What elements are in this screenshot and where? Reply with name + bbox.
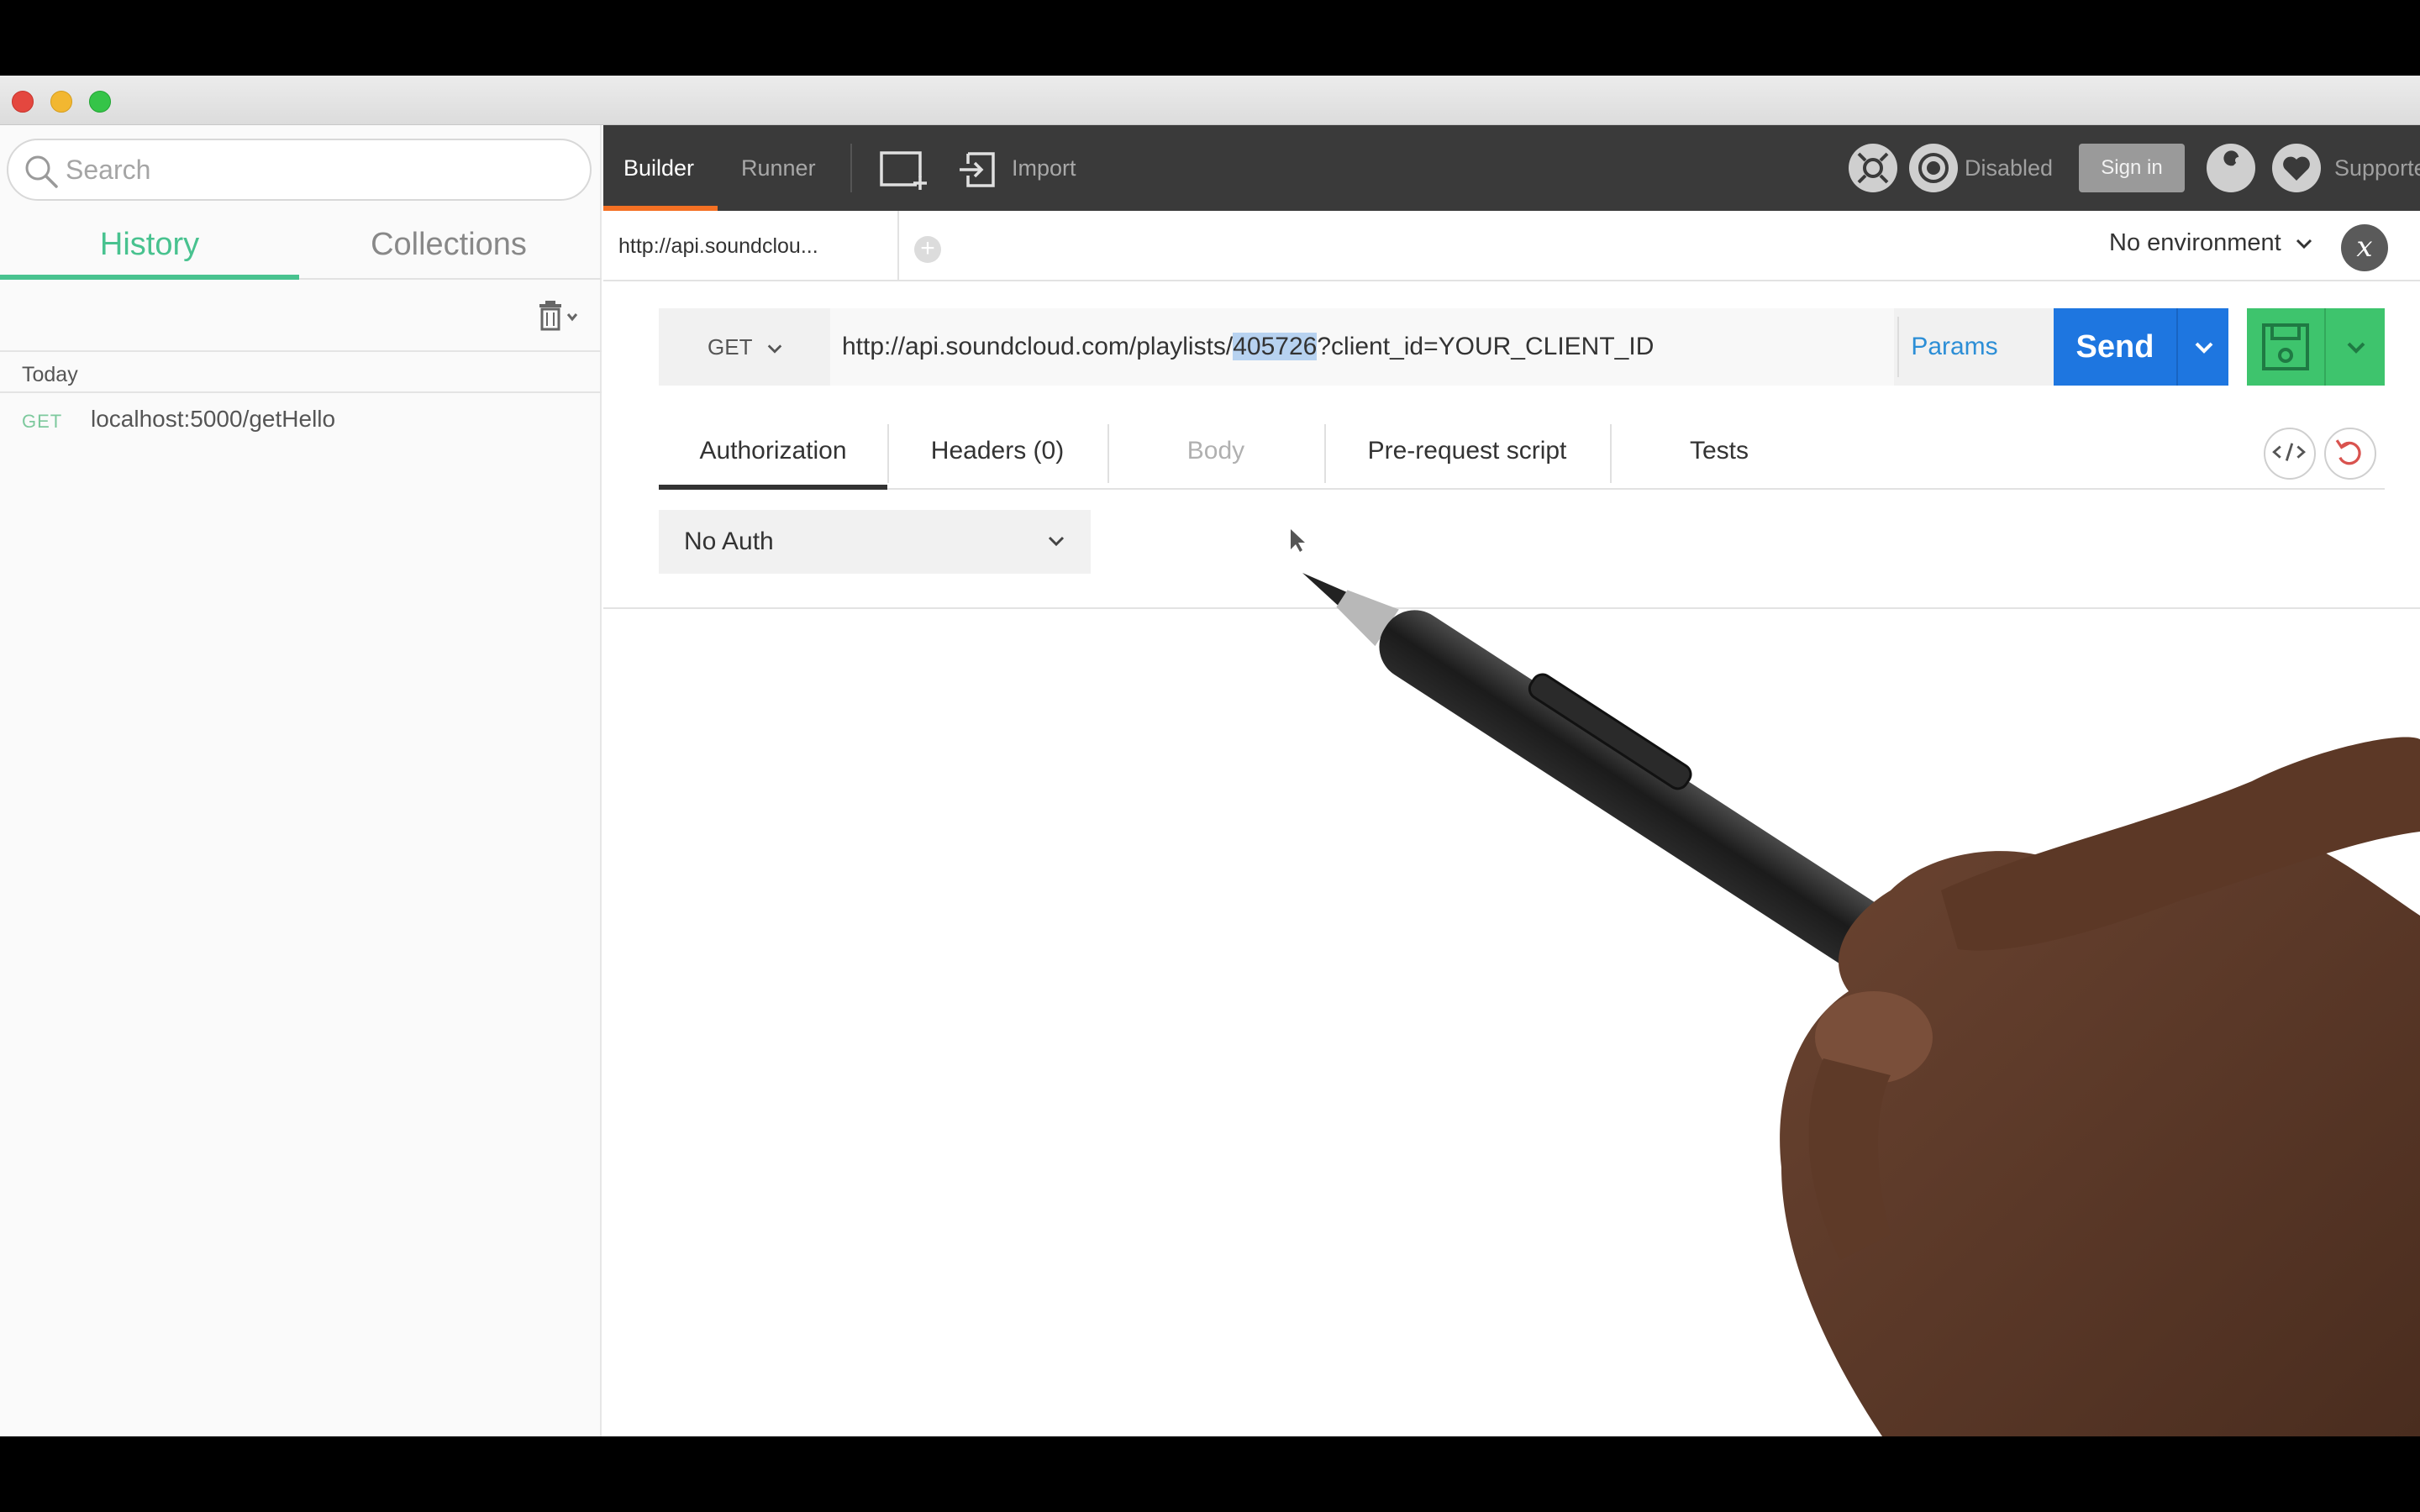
tab-body[interactable]: Body [1107, 412, 1324, 490]
chevron-down-icon [2347, 342, 2365, 354]
new-tab-icon[interactable] [879, 149, 929, 191]
url-selected-text: 405726 [1233, 333, 1318, 360]
chevron-down-icon [2195, 342, 2213, 354]
letterbox-top [0, 0, 2420, 76]
history-item-url: localhost:5000/getHello [91, 406, 336, 432]
add-tab-icon[interactable]: + [914, 236, 941, 263]
environment-label: No environment [2109, 229, 2281, 256]
divider [603, 607, 2420, 609]
save-button[interactable] [2247, 308, 2324, 386]
supporters-link[interactable]: Supporters [2334, 125, 2420, 211]
send-button[interactable]: Send [2054, 308, 2176, 386]
tab-headers[interactable]: Headers (0) [887, 412, 1107, 490]
interceptor-status: Disabled [1965, 155, 2054, 181]
divider [0, 391, 602, 393]
main-panel: Builder Runner Import Disabled Sign in S… [603, 125, 2420, 1436]
app-window: History Collections Today GET localhost:… [0, 76, 2420, 1436]
method-select[interactable]: GET [659, 308, 827, 386]
reset-icon [2335, 439, 2361, 465]
url-suffix: ?client_id=YOUR_CLIENT_ID [1317, 333, 1655, 360]
tab-collections[interactable]: Collections [299, 209, 598, 280]
import-button[interactable]: Import [1012, 125, 1076, 211]
settings-icon[interactable] [2207, 144, 2255, 192]
tab-tests[interactable]: Tests [1610, 412, 1828, 490]
history-item-method: GET [22, 411, 63, 432]
divider [1897, 317, 1899, 377]
chevron-down-icon [767, 344, 782, 354]
url-bar: GET http://api.soundcloud.com/playlists/… [659, 308, 2091, 386]
code-icon [2272, 443, 2306, 461]
divider [0, 350, 602, 352]
tab-history[interactable]: History [0, 209, 299, 280]
top-toolbar: Builder Runner Import Disabled Sign in S… [603, 125, 2420, 211]
method-label: GET [708, 334, 752, 360]
save-options-button[interactable] [2324, 308, 2385, 386]
send-options-button[interactable] [2176, 308, 2228, 386]
title-bar [0, 76, 2420, 125]
tab-builder[interactable]: Builder [623, 125, 694, 211]
sidebar-tabs: History Collections [0, 209, 602, 280]
search-input[interactable] [66, 149, 570, 191]
request-tab[interactable]: http://api.soundclou... [603, 211, 899, 281]
url-input[interactable]: http://api.soundcloud.com/playlists/4057… [830, 308, 1894, 386]
sign-in-button[interactable]: Sign in [2079, 144, 2185, 192]
environment-quicklook-button[interactable]: x [2341, 224, 2388, 271]
tab-runner[interactable]: Runner [741, 125, 816, 211]
sync-icon[interactable] [1849, 144, 1897, 192]
url-prefix: http://api.soundcloud.com/playlists/ [842, 333, 1234, 360]
import-icon[interactable] [956, 149, 1007, 191]
environment-select[interactable]: No environment [2109, 229, 2313, 257]
heart-icon[interactable] [2272, 144, 2321, 192]
request-sub-tabs: Authorization Headers (0) Body Pre-reque… [659, 412, 2385, 490]
params-button[interactable]: Params [1902, 308, 2007, 386]
toolbar-divider [850, 144, 852, 192]
tab-pre-request-script[interactable]: Pre-request script [1324, 412, 1610, 490]
chevron-down-icon [2296, 239, 2312, 249]
reset-button[interactable] [2324, 428, 2376, 480]
trash-icon[interactable] [534, 297, 581, 334]
interceptor-icon[interactable] [1909, 144, 1958, 192]
letterbox-bottom [0, 1436, 2420, 1512]
generate-code-button[interactable] [2264, 428, 2316, 480]
sidebar: History Collections Today GET localhost:… [0, 125, 602, 1436]
search-icon [25, 155, 58, 188]
history-item[interactable]: GET localhost:5000/getHello [0, 394, 602, 448]
auth-type-label: No Auth [684, 528, 774, 555]
auth-type-select[interactable]: No Auth [659, 510, 1091, 574]
zoom-window-button[interactable] [89, 91, 111, 113]
search-box[interactable] [7, 139, 592, 201]
save-icon [2262, 323, 2309, 370]
chevron-down-icon [1048, 536, 1065, 547]
close-window-button[interactable] [12, 91, 34, 113]
minimize-window-button[interactable] [50, 91, 72, 113]
tab-authorization[interactable]: Authorization [659, 412, 887, 490]
request-tab-strip: http://api.soundclou... + No environment… [603, 211, 2420, 281]
history-date-group: Today [22, 363, 78, 386]
